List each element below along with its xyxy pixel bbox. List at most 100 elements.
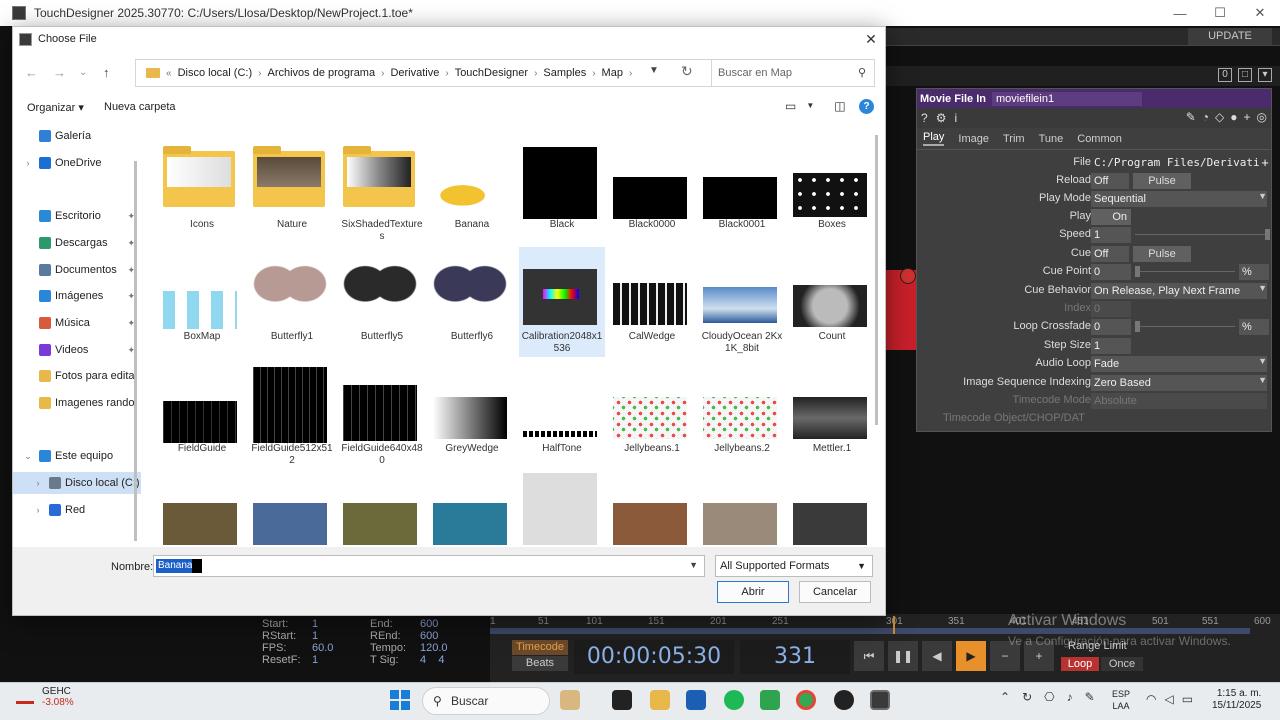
file-item[interactable]: Jellybeans.1 [609, 359, 695, 469]
loop-crossfade-slider[interactable] [1135, 326, 1235, 327]
file-item[interactable]: Calibration2048x1536 [519, 247, 605, 357]
pen-icon[interactable]: ✎ [1085, 690, 1095, 704]
timecode-mode-button[interactable]: Timecode [512, 640, 568, 655]
maximize-icon[interactable]: ☐ [1200, 5, 1240, 21]
step-size-field[interactable]: 1 [1091, 338, 1131, 354]
image-thumbnail[interactable] [343, 503, 417, 545]
pencil-icon[interactable]: ✎ [1186, 110, 1196, 124]
python-icon[interactable]: ● [1230, 110, 1237, 124]
cue-point-field[interactable]: 0 [1091, 264, 1131, 280]
file-item[interactable]: FieldGuide [159, 359, 245, 469]
microphone-icon[interactable]: ♪ [1067, 690, 1073, 704]
cue-pulse-button[interactable]: Pulse [1133, 246, 1191, 262]
language-indicator[interactable]: ESP LAA [1112, 688, 1130, 712]
file-item[interactable]: BoxMap [159, 247, 245, 357]
speed-slider[interactable] [1135, 234, 1267, 235]
touchdesigner-taskbar-icon[interactable] [870, 690, 890, 710]
help-icon[interactable]: ? [859, 99, 874, 114]
nav-item[interactable]: Imágenes ✦ [13, 285, 141, 307]
cue-behavior-menu[interactable]: On Release, Play Next Frame [1091, 283, 1267, 299]
folder-item[interactable]: Icons [159, 135, 245, 245]
close-icon[interactable]: ✕ [863, 31, 879, 47]
image-thumbnail[interactable] [523, 473, 597, 545]
end-value[interactable]: 600 [420, 618, 438, 630]
nav-item[interactable]: Escritorio ✦ [13, 205, 141, 227]
speed-slider-handle[interactable] [1265, 229, 1270, 240]
once-button[interactable]: Once [1101, 657, 1143, 671]
breadcrumb-overflow[interactable]: « [166, 68, 172, 79]
minimize-icon[interactable]: — [1160, 6, 1200, 21]
forward-arrow-icon[interactable]: → [53, 65, 66, 80]
nav-item[interactable]: › Red [13, 499, 141, 521]
file-scrollbar[interactable] [875, 135, 878, 425]
preview-pane-icon[interactable]: ◫ [834, 99, 845, 113]
file-item[interactable]: Butterfly5 [339, 247, 425, 357]
store-app-icon[interactable] [686, 690, 706, 710]
file-item[interactable]: Boxes [789, 135, 873, 245]
skip-start-icon[interactable]: ⏮ [854, 641, 884, 671]
beats-mode-button[interactable]: Beats [512, 656, 568, 671]
tab-common[interactable]: Common [1077, 133, 1122, 145]
battery-icon[interactable]: ▭ [1182, 692, 1193, 706]
view-dropdown-icon[interactable]: ▼ [806, 99, 814, 113]
tab-play[interactable]: Play [923, 131, 945, 146]
folder-item[interactable]: Nature [249, 135, 335, 245]
file-explorer-icon[interactable] [650, 690, 670, 710]
open-button[interactable]: Abrir [717, 581, 789, 603]
timeline-playhead[interactable] [893, 616, 895, 634]
spotify-icon[interactable] [724, 690, 744, 710]
file-item[interactable]: CloudyOcean 2Kx1K_8bit [699, 247, 785, 357]
nav-item[interactable]: Galería [13, 125, 141, 147]
python-help-icon[interactable]: ⚙ [936, 111, 947, 125]
nav-item[interactable]: Documentos ✦ [13, 259, 141, 281]
usb-icon[interactable]: ⎔ [1044, 690, 1054, 704]
nav-item[interactable]: ⌄ Este equipo [13, 445, 141, 467]
rstart-value[interactable]: 1 [312, 630, 318, 642]
pane-maximize-icon[interactable]: □ [1238, 68, 1252, 82]
image-thumbnail[interactable] [703, 503, 777, 545]
chevron-icon[interactable]: ⌄ [21, 451, 35, 462]
tsig-value[interactable]: 4 4 [420, 654, 444, 666]
play-forward-icon[interactable]: ▶ [956, 641, 986, 671]
file-name-input[interactable]: Banana ▼ [153, 555, 705, 577]
obs-icon[interactable] [834, 690, 854, 710]
file-item[interactable]: FieldGuide640x480 [339, 359, 425, 469]
nav-item[interactable]: Fotos para edita [13, 365, 141, 387]
close-window-icon[interactable]: ✕ [1240, 5, 1280, 21]
image-thumbnail[interactable] [433, 503, 507, 545]
loop-button[interactable]: Loop [1061, 657, 1099, 671]
info-icon[interactable]: i [954, 111, 957, 125]
file-item[interactable]: Black0000 [609, 135, 695, 245]
fps-value[interactable]: 60.0 [312, 642, 333, 654]
chevron-up-icon[interactable]: ⌃ [1000, 690, 1010, 704]
folder-item[interactable]: SixShadedTextures [339, 135, 425, 245]
chevron-icon[interactable]: › [31, 478, 45, 488]
cue-point-handle[interactable] [1135, 266, 1140, 277]
windows-start-icon[interactable] [390, 690, 410, 710]
address-bar[interactable]: « Disco local (C:) › Archivos de programa… [135, 59, 715, 87]
image-thumbnail[interactable] [613, 503, 687, 545]
nav-item[interactable]: › Disco local (C:) [13, 472, 141, 494]
file-item[interactable]: CalWedge [609, 247, 695, 357]
file-type-select[interactable]: All Supported Formats ▼ [715, 555, 873, 577]
stock-widget[interactable]: GEHC -3.08% [14, 686, 74, 708]
timeline-ruler[interactable]: 1 51 101 151 201 251 301 351 401 451 501… [490, 616, 1275, 628]
node-error-icon[interactable] [900, 268, 916, 284]
chevron-down-icon[interactable]: ▼ [689, 560, 698, 570]
file-name-value[interactable]: Banana [156, 559, 195, 573]
play-reverse-icon[interactable]: ◀ [922, 641, 952, 671]
wifi-icon[interactable]: ◠ [1146, 692, 1156, 706]
pause-icon[interactable]: ❚❚ [888, 641, 918, 671]
loop-crossfade-field[interactable]: 0 [1091, 319, 1131, 335]
file-item[interactable]: Mettler.1 [789, 359, 873, 469]
taskbar-search[interactable]: ⚲ Buscar [422, 687, 550, 715]
rend-value[interactable]: 600 [420, 630, 438, 642]
pane-menu-icon[interactable]: ▾ [1258, 68, 1272, 82]
tab-trim[interactable]: Trim [1003, 133, 1025, 145]
file-item[interactable]: GreyWedge [429, 359, 515, 469]
file-item[interactable]: Black [519, 135, 605, 245]
timecode-display[interactable]: 00:00:05:30 [574, 640, 734, 674]
start-value[interactable]: 1 [312, 618, 318, 630]
reload-toggle[interactable]: Off [1091, 173, 1129, 189]
play-mode-menu[interactable]: Sequential [1091, 191, 1267, 207]
